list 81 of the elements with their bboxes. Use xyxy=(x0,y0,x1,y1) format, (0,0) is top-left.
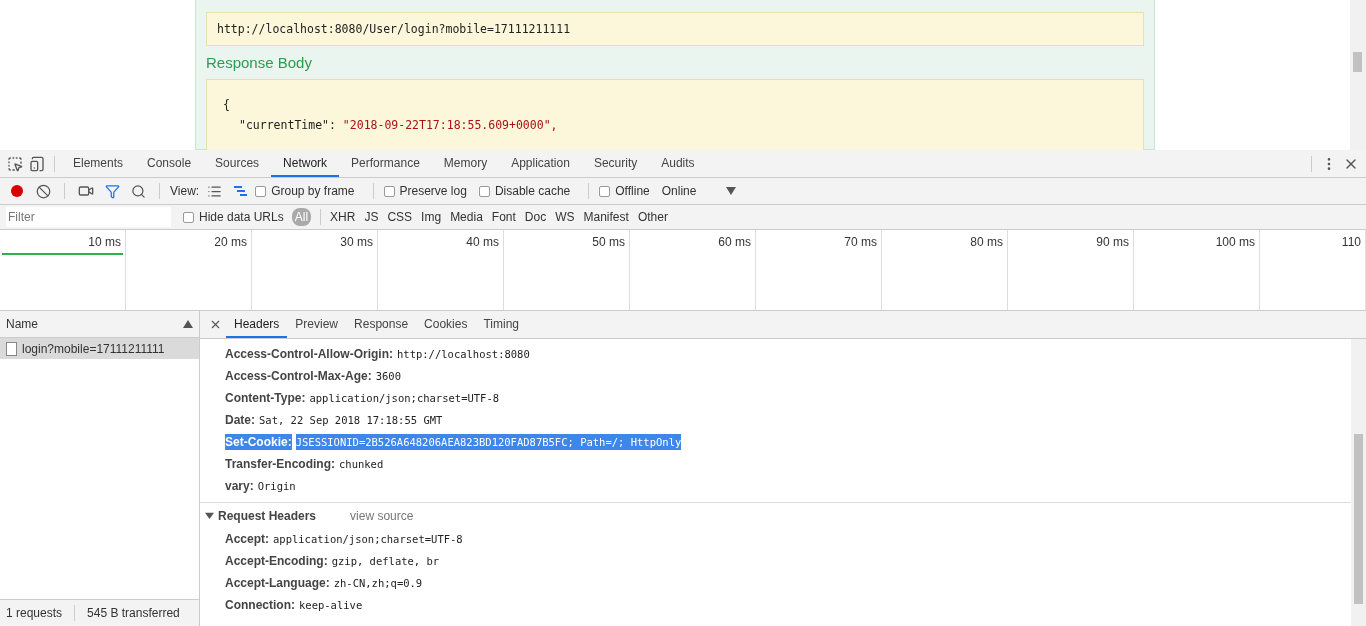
panel-tab[interactable]: Elements xyxy=(61,150,136,177)
checkbox[interactable]: Offline xyxy=(599,184,650,198)
time-tick: 10 ms xyxy=(88,235,121,249)
checkbox[interactable]: Hide data URLs xyxy=(183,210,284,224)
code-value: "2018-09-22T17:18:55.609+0000", xyxy=(342,118,558,132)
type-filter[interactable]: XHR xyxy=(327,208,359,226)
view-source-link[interactable]: view source xyxy=(350,508,414,523)
time-tick: 110 xyxy=(1341,235,1361,249)
time-tick: 70 ms xyxy=(844,235,877,249)
header-value: zh-CN,zh;q=0.9 xyxy=(333,576,423,591)
header-name: Accept-Language: xyxy=(225,575,330,591)
throttle-dropdown[interactable]: Online xyxy=(661,184,697,198)
type-filter[interactable]: CSS xyxy=(384,208,416,226)
panel-tab[interactable]: Console xyxy=(135,150,204,177)
checkbox[interactable]: Preserve log xyxy=(383,184,467,198)
detail-tab[interactable]: Timing xyxy=(475,311,527,338)
type-filter[interactable]: Manifest xyxy=(580,208,632,226)
header-value: application/json;charset=UTF-8 xyxy=(309,391,500,406)
filter-field[interactable]: Filter xyxy=(6,207,171,227)
header-value: keep-alive xyxy=(299,598,363,613)
transfer-size: 545 B transferred xyxy=(87,606,180,620)
document-icon xyxy=(6,341,17,356)
type-filter[interactable]: Other xyxy=(634,208,671,226)
header-name: Access-Control-Max-Age: xyxy=(225,368,372,384)
disclosure-triangle-icon[interactable] xyxy=(205,511,214,520)
panel-tab[interactable]: Security xyxy=(581,150,650,177)
dropdown-caret-icon xyxy=(726,187,737,195)
code-brace: { xyxy=(223,98,230,112)
header-value: http://localhost:8080 xyxy=(397,347,530,362)
column-header[interactable]: Name xyxy=(6,317,38,331)
header-value: Origin xyxy=(257,479,296,494)
header-name: Access-Control-Allow-Origin: xyxy=(225,346,393,362)
detail-tab[interactable]: Response xyxy=(346,311,417,338)
request-row[interactable]: login?mobile=17111211111 xyxy=(0,338,199,359)
header-value: JSESSIONID=2B526A648206AEA823BD120FAD87B5FC; Path=/; HttpOnly xyxy=(295,434,682,450)
sort-arrow-icon xyxy=(183,320,193,328)
type-filter[interactable]: Font xyxy=(488,208,519,226)
time-tick: 20 ms xyxy=(214,235,247,249)
type-filter[interactable]: WS xyxy=(552,208,578,226)
header-value: gzip, deflate, br xyxy=(331,554,440,569)
header-value: 3600 xyxy=(375,369,401,384)
scrollbar-thumb[interactable] xyxy=(1353,52,1362,72)
header-name: Date: xyxy=(225,412,255,428)
time-tick: 90 ms xyxy=(1096,235,1129,249)
type-filter[interactable]: JS xyxy=(361,208,382,226)
checkbox[interactable]: Group by frame xyxy=(255,184,355,198)
checkbox[interactable]: Disable cache xyxy=(478,184,571,198)
section-header[interactable]: Request Headers xyxy=(218,508,317,523)
panel-tab[interactable]: Sources xyxy=(203,150,272,177)
panel-tab[interactable]: Audits xyxy=(649,150,707,177)
type-filter[interactable]: Img xyxy=(418,208,445,226)
header-value: Sat, 22 Sep 2018 17:18:55 GMT xyxy=(259,413,443,428)
header-name: Transfer-Encoding: xyxy=(225,456,335,472)
scrollbar-thumb[interactable] xyxy=(1354,434,1363,604)
header-name: Connection: xyxy=(225,597,295,613)
time-tick: 100 ms xyxy=(1215,235,1255,249)
detail-tab[interactable]: Cookies xyxy=(416,311,476,338)
panel-tab[interactable]: Application xyxy=(499,150,582,177)
type-filter[interactable]: Doc xyxy=(521,208,550,226)
header-name: Content-Type: xyxy=(225,390,306,406)
request-url: http://localhost:8080/User/login?mobile=17111211111 xyxy=(206,12,1144,46)
header-name: Set-Cookie: xyxy=(225,434,292,450)
header-name: Accept: xyxy=(225,531,269,547)
time-tick: 50 ms xyxy=(592,235,625,249)
detail-tab[interactable]: Headers xyxy=(226,311,288,338)
panel-tab[interactable]: Performance xyxy=(339,150,432,177)
request-count: 1 requests xyxy=(6,606,63,620)
header-name: Accept-Encoding: xyxy=(225,553,328,569)
detail-tab[interactable]: Preview xyxy=(287,311,347,338)
header-name: vary: xyxy=(225,478,254,494)
header-value: application/json;charset=UTF-8 xyxy=(273,532,463,547)
time-tick: 40 ms xyxy=(466,235,499,249)
panel-tab[interactable]: Memory xyxy=(431,150,500,177)
time-tick: 30 ms xyxy=(340,235,373,249)
code-key: "currentTime": xyxy=(239,118,343,132)
section-title: Response Body xyxy=(206,54,313,71)
view-label: View: xyxy=(170,184,200,198)
time-tick: 80 ms xyxy=(970,235,1003,249)
type-filter[interactable]: Media xyxy=(447,208,486,226)
time-tick: 60 ms xyxy=(718,235,751,249)
header-value: chunked xyxy=(339,457,384,472)
